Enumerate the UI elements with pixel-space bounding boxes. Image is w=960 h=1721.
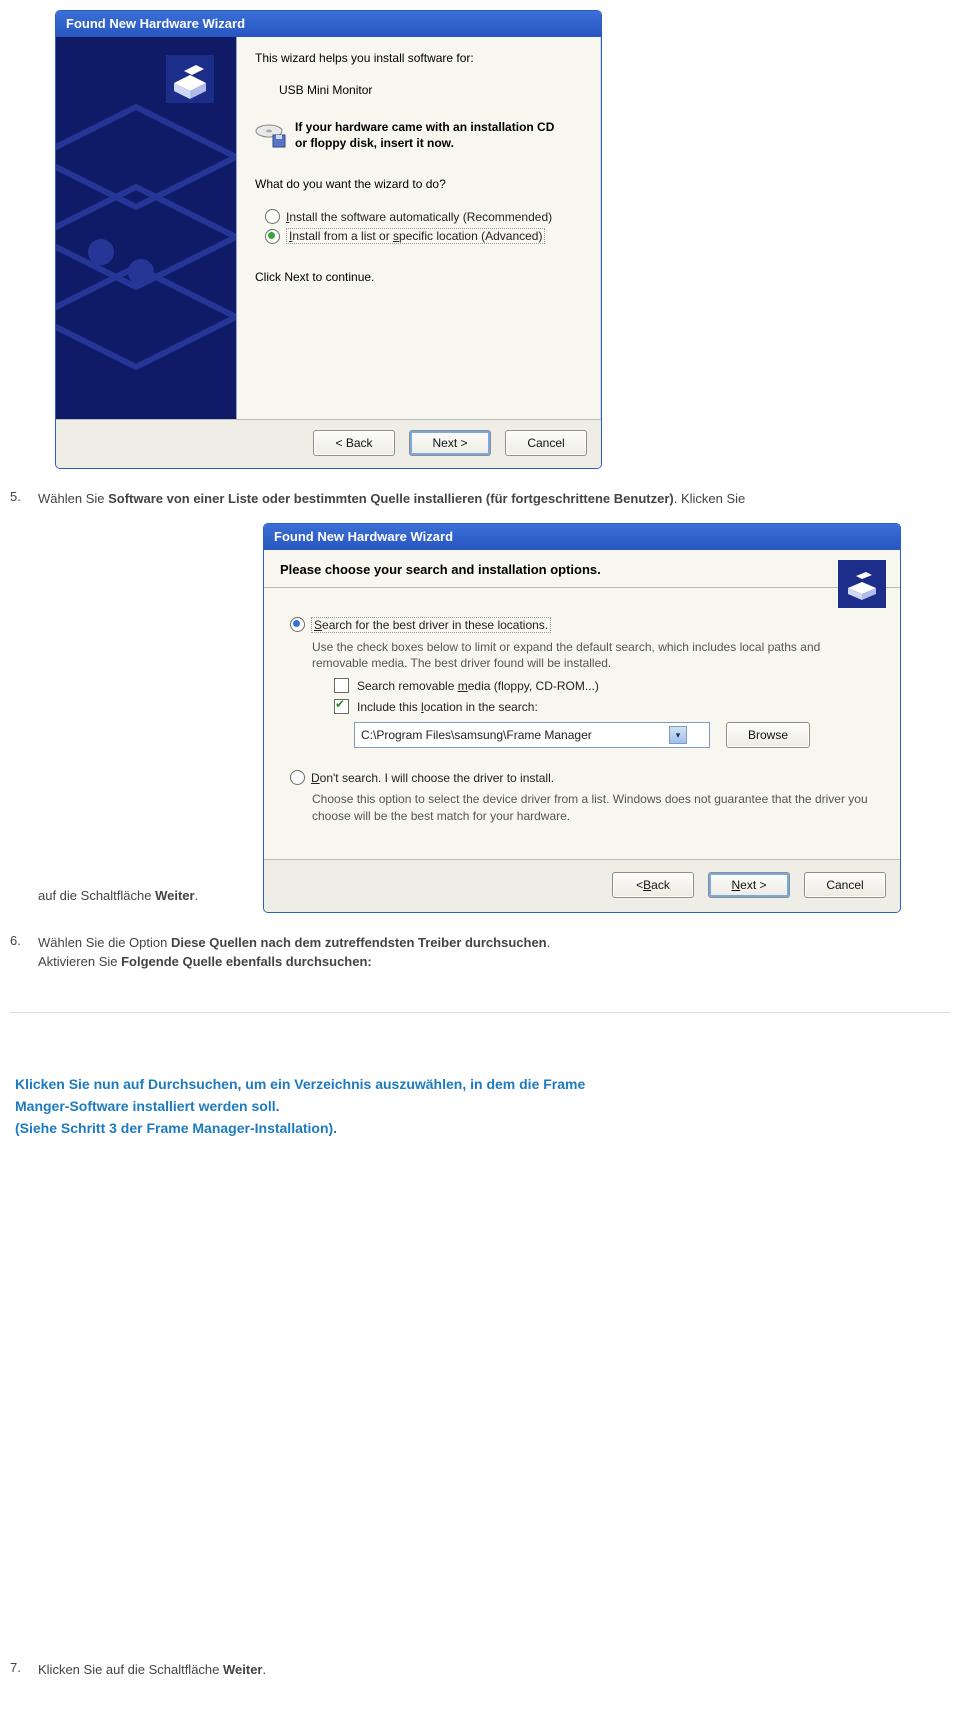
wizard-dialog-2: Found New Hardware Wizard Please choose … (263, 523, 901, 913)
dialog2-heading: Please choose your search and installati… (280, 562, 601, 577)
radio-icon-selected (265, 229, 280, 244)
step6-number: 6. (10, 933, 38, 972)
step6-text: Wählen Sie die Option Diese Quellen nach… (38, 933, 960, 972)
next-button[interactable]: Next > (409, 430, 491, 456)
radio-search-best-driver[interactable]: Search for the best driver in these loca… (290, 617, 874, 633)
dialog2-titlebar: Found New Hardware Wizard (264, 524, 900, 550)
opt1-description: Use the check boxes below to limit or ex… (312, 639, 874, 673)
path-value: C:\Program Files\samsung\Frame Manager (361, 728, 592, 742)
step5-text: Wählen Sie Software von einer Liste oder… (38, 489, 960, 509)
radio-install-auto[interactable]: Install the software automatically (Reco… (265, 209, 583, 224)
cancel-button[interactable]: Cancel (804, 872, 886, 898)
dialog1-cd-hint: If your hardware came with an installati… (295, 119, 554, 151)
step5-number: 5. (10, 489, 38, 509)
dialog1-titlebar: Found New Hardware Wizard (56, 11, 601, 37)
back-button[interactable]: < Back (313, 430, 395, 456)
blue-note: Klicken Sie nun auf Durchsuchen, um ein … (15, 1073, 960, 1140)
dialog1-device-name: USB Mini Monitor (279, 83, 583, 97)
step5-continue-text: auf die Schaltfläche Weiter. (0, 888, 263, 903)
checkbox-icon-checked (334, 699, 349, 714)
radio-icon (265, 209, 280, 224)
dialog1-intro: This wizard helps you install software f… (255, 51, 583, 65)
radio-icon-selected (290, 617, 305, 632)
radio-icon (290, 770, 305, 785)
dialog1-sidebar-graphic (56, 37, 237, 419)
cancel-button[interactable]: Cancel (505, 430, 587, 456)
checkbox-include-location[interactable]: Include this location in the search: (334, 699, 874, 714)
radio-dont-search[interactable]: Don't search. I will choose the driver t… (290, 770, 874, 785)
dialog1-question: What do you want the wizard to do? (255, 177, 583, 191)
checkbox-icon (334, 678, 349, 693)
chevron-down-icon[interactable]: ▾ (669, 726, 687, 744)
checkbox-removable-media[interactable]: Search removable media (floppy, CD-ROM..… (334, 678, 874, 693)
divider (10, 1012, 950, 1013)
back-button[interactable]: < Back (612, 872, 694, 898)
step7-text: Klicken Sie auf die Schaltfläche Weiter. (38, 1660, 960, 1680)
browse-button[interactable]: Browse (726, 722, 810, 748)
radio-install-from-list[interactable]: Install from a list or specific location… (265, 228, 583, 244)
wizard-head-icon (838, 560, 886, 608)
path-combobox[interactable]: C:\Program Files\samsung\Frame Manager ▾ (354, 722, 710, 748)
opt2-description: Choose this option to select the device … (312, 791, 874, 825)
next-button[interactable]: Next > (708, 872, 790, 898)
dialog1-click-next-text: Click Next to continue. (255, 270, 583, 284)
wizard-dialog-1: Found New Hardware Wizard (55, 10, 602, 469)
step7-number: 7. (10, 1660, 38, 1680)
cd-floppy-icon (255, 121, 287, 149)
